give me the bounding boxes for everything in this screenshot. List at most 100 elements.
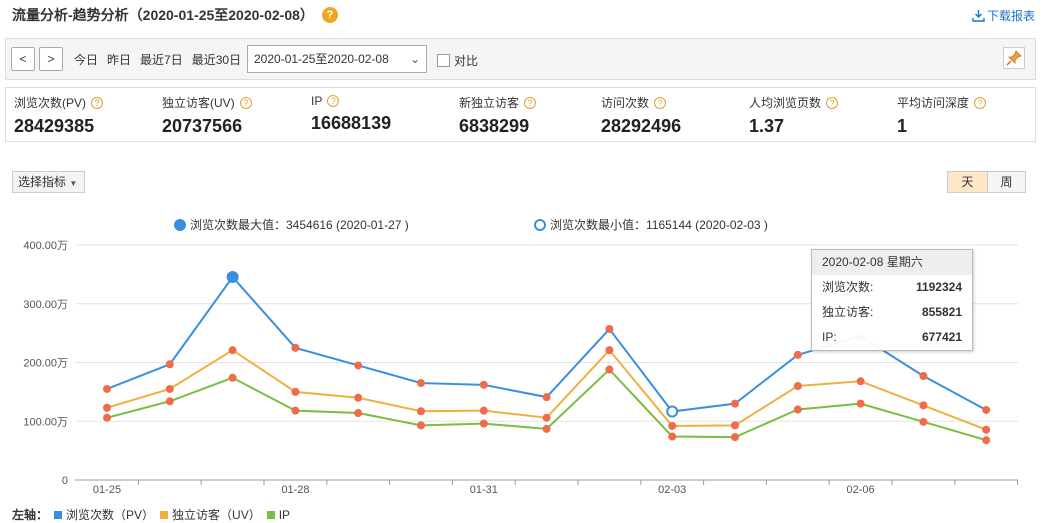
tooltip-value: 677421 <box>921 330 962 344</box>
metric-label: 人均浏览页数 <box>749 96 822 110</box>
download-icon <box>972 10 985 22</box>
data-point <box>605 325 614 334</box>
data-point <box>605 365 614 374</box>
x-tick-label: 01-25 <box>93 484 121 496</box>
next-button[interactable]: > <box>39 47 63 71</box>
filled-dot-icon <box>174 218 186 231</box>
range-last30[interactable]: 最近30日 <box>192 51 241 68</box>
tooltip-row-pv: 浏览次数: 1192324 <box>812 275 972 300</box>
data-point <box>103 384 111 393</box>
data-point <box>919 401 928 410</box>
metric-value: 28429385 <box>14 116 95 136</box>
metric-label: 独立访客(UV) <box>162 96 235 110</box>
caret-down-icon: ▼ <box>69 179 78 188</box>
data-point <box>479 419 488 428</box>
metric-pv: 浏览次数(PV)? 28429385 <box>14 94 104 137</box>
metric-value: 1 <box>897 116 908 136</box>
y-tick-label: 400.00万 <box>23 240 68 252</box>
data-point <box>354 393 363 402</box>
data-point <box>228 373 237 382</box>
data-point <box>165 360 174 369</box>
legend-item-ip[interactable]: IP <box>279 508 290 522</box>
tooltip-label: 浏览次数: <box>822 280 874 294</box>
x-tick-label: 02-06 <box>847 484 875 496</box>
data-point <box>165 384 174 393</box>
chevron-down-icon: ⌄ <box>409 52 420 66</box>
select-metric-label: 选择指标 <box>18 175 67 189</box>
y-tick-label: 300.00万 <box>23 299 68 311</box>
data-point <box>668 421 677 430</box>
data-point <box>731 433 739 442</box>
y-tick-label: 0 <box>62 475 68 487</box>
download-label: 下载报表 <box>986 9 1035 23</box>
hollow-dot-icon <box>534 218 546 231</box>
metric-value: 20737566 <box>162 116 243 136</box>
tooltip-label: IP: <box>822 330 837 344</box>
question-icon[interactable]: ? <box>826 96 839 109</box>
title-row: 流量分析-趋势分析（2020-01-25至2020-02-08） ? <box>12 5 338 25</box>
data-point <box>731 399 739 408</box>
day-button[interactable]: 天 <box>947 171 988 193</box>
question-icon[interactable]: ? <box>654 96 667 109</box>
data-point <box>103 403 111 412</box>
x-tick-label: 02-03 <box>658 484 686 496</box>
data-point <box>668 432 677 441</box>
data-point <box>542 424 551 433</box>
toolbar: < > 今日 昨日 最近7日 最近30日 2020-01-25至2020-02-… <box>5 38 1036 80</box>
metric-label: 浏览次数(PV) <box>14 96 87 110</box>
metric-label: IP <box>311 94 323 108</box>
data-point <box>793 382 802 390</box>
week-button[interactable]: 周 <box>987 171 1026 193</box>
range-last7[interactable]: 最近7日 <box>140 51 183 68</box>
question-icon[interactable]: ? <box>239 96 252 109</box>
tooltip-label: 独立访客: <box>822 305 874 319</box>
select-metric-dropdown[interactable]: 选择指标 ▼ <box>12 171 85 193</box>
question-icon[interactable]: ? <box>974 96 987 109</box>
compare-label: 对比 <box>454 54 479 68</box>
pin-button[interactable] <box>1003 47 1025 69</box>
legend-prefix: 左轴： <box>12 508 49 522</box>
data-point <box>856 399 865 408</box>
data-point <box>731 421 739 430</box>
metric-label: 平均访问深度 <box>897 96 970 110</box>
data-point <box>417 407 425 416</box>
metric-ip: IP? 16688139 <box>311 94 391 134</box>
y-tick-label: 200.00万 <box>23 358 68 370</box>
download-report-link[interactable]: 下载报表 <box>972 7 1035 24</box>
legend-item-uv[interactable]: 独立访客（UV） <box>172 506 261 523</box>
tooltip-header: 2020-02-08 星期六 <box>812 250 972 275</box>
metric-pages-per-user: 人均浏览页数? 1.37 <box>749 94 839 137</box>
data-point <box>919 372 928 381</box>
data-point <box>856 377 865 386</box>
chart-tooltip: 2020-02-08 星期六 浏览次数: 1192324 独立访客: 855821 … <box>811 249 973 351</box>
help-icon[interactable]: ? <box>321 7 338 23</box>
metric-value: 28292496 <box>601 116 682 136</box>
y-tick-label: 100.00万 <box>23 416 68 428</box>
range-yesterday[interactable]: 昨日 <box>107 51 131 68</box>
question-icon[interactable]: ? <box>327 95 340 107</box>
date-range-select[interactable]: 2020-01-25至2020-02-08 ⌄ <box>247 45 427 73</box>
tooltip-row-ip: IP: 677421 <box>812 325 972 350</box>
data-point <box>982 405 991 414</box>
legend-item-pv[interactable]: 浏览次数（PV） <box>66 506 154 523</box>
tooltip-value: 855821 <box>921 305 962 319</box>
data-point <box>982 425 991 434</box>
data-point <box>605 346 614 355</box>
range-today[interactable]: 今日 <box>74 51 98 68</box>
data-point <box>354 409 363 418</box>
prev-button[interactable]: < <box>11 47 35 71</box>
compare-checkbox[interactable]: 对比 <box>437 52 478 69</box>
data-point <box>479 380 488 389</box>
metric-label: 新独立访客 <box>459 96 520 110</box>
question-icon[interactable]: ? <box>524 96 537 109</box>
metric-visit-depth: 平均访问深度? 1 <box>897 94 987 137</box>
data-point <box>417 421 425 430</box>
metrics-panel: 浏览次数(PV)? 28429385 独立访客(UV)? 20737566 IP… <box>5 87 1036 142</box>
min-point <box>666 405 679 418</box>
question-icon[interactable]: ? <box>91 96 104 109</box>
checkbox-box[interactable] <box>437 54 450 67</box>
tooltip-value: 1192324 <box>915 280 962 294</box>
data-point <box>165 397 174 406</box>
data-point <box>291 343 300 352</box>
x-tick-label: 01-31 <box>470 484 498 496</box>
